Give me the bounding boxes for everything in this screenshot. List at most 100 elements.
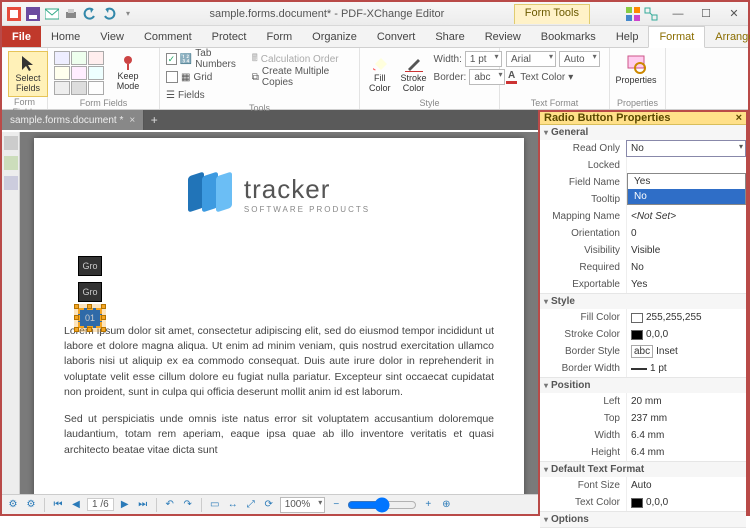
tab-view[interactable]: View [90,26,134,47]
tab-protect[interactable]: Protect [202,26,257,47]
add-tab-button[interactable]: + [144,113,164,127]
tab-numbers-toggle[interactable]: 🔢Tab Numbers [166,51,248,67]
radio-group: Gro Gro 01 [78,256,102,328]
tab-help[interactable]: Help [606,26,649,47]
zoom-dropdown[interactable]: 100% [280,497,326,513]
undo-icon[interactable] [82,6,98,22]
redo-icon[interactable] [101,6,117,22]
last-page-icon[interactable]: ⏭ [136,498,150,512]
properties-button[interactable]: Properties [616,51,656,89]
zoom-fit-icon[interactable]: ⊕ [439,498,453,512]
locked-option-no[interactable]: No [628,189,745,204]
body-para-2: Sed ut perspiciatis unde omnis iste natu… [64,412,494,458]
radio-2[interactable]: Gro [78,282,102,302]
attach-icon[interactable] [4,176,18,190]
multi-copies-button[interactable]: ⧉Create Multiple Copies [252,69,353,85]
exportable-value[interactable]: Yes [626,276,746,293]
body-para-1: Lorem ipsum dolor sit amet, consectetur … [64,324,494,400]
section-general[interactable]: General [540,125,746,140]
options-icon[interactable]: ⚙ [6,498,20,512]
first-page-icon[interactable]: ⏮ [51,498,65,512]
locked-option-yes[interactable]: Yes [628,174,745,189]
maximize-button[interactable]: ☐ [692,4,720,24]
select-fields-button[interactable]: Select Fields [8,51,48,97]
width-dropdown[interactable]: 1 pt [465,51,502,67]
print-icon[interactable] [63,6,79,22]
grid-toggle[interactable]: ▦Grid [166,69,248,85]
fit-page-icon[interactable]: ▭ [208,498,222,512]
nav-fwd-icon[interactable]: ↷ [181,498,195,512]
tab-share[interactable]: Share [425,26,474,47]
stroke-color-value[interactable]: 0,0,0 [626,326,746,343]
text-color-button[interactable]: AText Color ▾ [506,69,603,85]
visibility-value[interactable]: Visible [626,242,746,259]
thumbnails-icon[interactable] [4,136,18,150]
next-page-icon[interactable]: ▶ [118,498,132,512]
page-indicator[interactable]: 1 /6 [87,498,114,511]
status-bar: ⚙ ⚙ ⏮ ◀ 1 /6 ▶ ⏭ ↶ ↷ ▭ ↔ ⤢ ⟳ 100% − + ⊕ [2,494,538,514]
gear-icon[interactable]: ⚙ [24,498,38,512]
pos-width[interactable]: 6.4 mm [626,427,746,444]
tab-file[interactable]: File [2,26,41,47]
radio-3-selected[interactable]: 01 [78,308,102,328]
mapping-value[interactable]: <Not Set> [626,208,746,225]
section-options[interactable]: Options [540,512,746,527]
locked-dropdown-list: Yes No [627,173,746,205]
rotate-icon[interactable]: ⟳ [262,498,276,512]
actual-size-icon[interactable]: ⤢ [244,498,258,512]
border-width-value[interactable]: 1 pt [626,360,746,377]
section-default-text[interactable]: Default Text Format [540,462,746,477]
fit-width-icon[interactable]: ↔ [226,498,240,512]
tab-comment[interactable]: Comment [134,26,202,47]
prev-page-icon[interactable]: ◀ [69,498,83,512]
zoom-in-icon[interactable]: + [421,498,435,512]
tab-format[interactable]: Format [648,26,705,48]
qat-dropdown-icon[interactable]: ▾ [120,6,136,22]
locked-dropdown[interactable]: Yes No [626,157,746,174]
fill-color-value[interactable]: 255,255,255 [626,309,746,326]
read-only-dropdown[interactable]: No▾ [626,140,746,157]
section-style[interactable]: Style [540,294,746,309]
tab-home[interactable]: Home [41,26,90,47]
document-tab[interactable]: sample.forms.document *× [2,110,144,130]
required-value[interactable]: No [626,259,746,276]
nav-back-icon[interactable]: ↶ [163,498,177,512]
orientation-value[interactable]: 0 [626,225,746,242]
stroke-color-button[interactable]: Stroke Color [398,51,430,97]
fields-button[interactable]: ☰Fields [166,87,248,103]
save-icon[interactable] [25,6,41,22]
zoom-out-icon[interactable]: − [329,498,343,512]
tab-convert[interactable]: Convert [367,26,426,47]
contextual-tab-label: Form Tools [514,4,590,24]
section-position[interactable]: Position [540,378,746,393]
border-dropdown[interactable]: abc [469,69,505,85]
pos-height[interactable]: 6.4 mm [626,444,746,461]
page-canvas[interactable]: trackerSOFTWARE PRODUCTS Gro Gro 01 Lore… [34,138,524,494]
pos-left[interactable]: 20 mm [626,393,746,410]
radio-1[interactable]: Gro [78,256,102,276]
settings-icon[interactable] [626,7,640,21]
tab-arrange[interactable]: Arrange [705,26,750,47]
tab-bookmarks[interactable]: Bookmarks [531,26,606,47]
tab-review[interactable]: Review [475,26,531,47]
tab-form[interactable]: Form [257,26,303,47]
font-size-dropdown[interactable]: Auto [559,51,600,67]
calc-order-button[interactable]: 🖩Calculation Order [252,51,353,67]
close-tab-icon[interactable]: × [129,115,135,126]
launch-icon[interactable] [644,7,658,21]
minimize-button[interactable]: — [664,4,692,24]
keep-mode-button[interactable]: Keep Mode [108,51,148,95]
dt-text-color[interactable]: 0,0,0 [626,494,746,511]
bookmarks-side-icon[interactable] [4,156,18,170]
close-button[interactable]: ✕ [720,4,748,24]
panel-close-icon[interactable]: × [736,112,742,124]
fill-color-button[interactable]: Fill Color [366,51,394,97]
dt-font-size[interactable]: Auto [626,477,746,494]
border-style-value[interactable]: abcInset [626,343,746,360]
pos-top[interactable]: 237 mm [626,410,746,427]
tab-organize[interactable]: Organize [302,26,367,47]
font-name-dropdown[interactable]: Arial [506,51,556,67]
properties-panel-title: Radio Button Properties [544,112,671,124]
zoom-slider[interactable] [347,497,417,513]
email-icon[interactable] [44,6,60,22]
